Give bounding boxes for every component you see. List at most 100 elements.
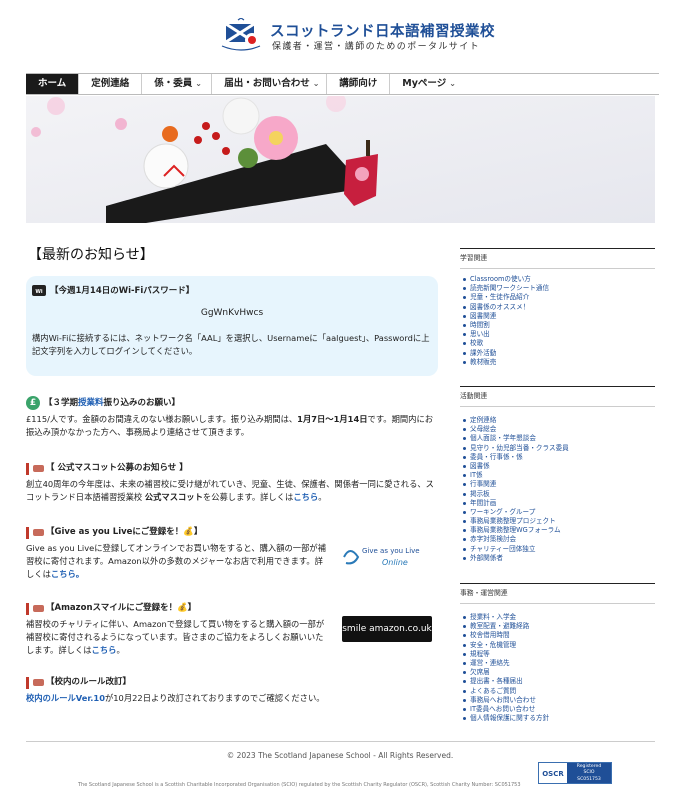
sidebar-link[interactable]: ワーキング・グループ bbox=[463, 508, 655, 517]
sidebar-link[interactable]: チャリティー団体独立 bbox=[463, 545, 655, 554]
wifi-icon: Wi bbox=[32, 284, 46, 296]
amazon-notice: 【Amazonスマイルにご登録を！💰】 補習校のチャリティに伴い、Amazonで… bbox=[26, 602, 325, 655]
sidebar-link[interactable]: 事務局へお問い合わせ bbox=[463, 696, 655, 705]
sidebar-link[interactable]: 委員・行事係・係 bbox=[463, 453, 655, 462]
mascot-notice: 【 公式マスコット公募のお知らせ 】 創立40周年の今年度は、未来の補習校に受け… bbox=[26, 462, 438, 504]
sidebar-link[interactable]: 図書係のオススメ！ bbox=[463, 303, 655, 312]
sidebar-link[interactable]: IT委員へお問い合わせ bbox=[463, 705, 655, 714]
sidebar-link[interactable]: 外部関係者 bbox=[463, 554, 655, 563]
sidebar-link[interactable]: 安全・危機管理 bbox=[463, 641, 655, 650]
sidebar-link[interactable]: 赤字対策検討会 bbox=[463, 535, 655, 544]
sidebar-link[interactable]: 欠席届 bbox=[463, 668, 655, 677]
accent-bar bbox=[26, 526, 29, 539]
sidebar-link[interactable]: 思い出 bbox=[463, 330, 655, 339]
school-logo[interactable] bbox=[218, 18, 264, 52]
sidebar-link[interactable]: IT係 bbox=[463, 471, 655, 480]
mascot-body: 創立40周年の今年度は、未来の補習校に受け継がれていき、児童、生徒、保護者、関係… bbox=[26, 479, 434, 502]
fee-body: £115/人です。金額のお間違えのない様お願いします。振り込み期間は、1月7日〜… bbox=[26, 414, 434, 437]
sidebar-list: 定例連絡 父母総会 個人面談・学年懇談会 見守り・幼児部当番・クラス委員 委員・… bbox=[460, 416, 655, 563]
giveasyoulive-notice: 【Give as you Liveにご登録を！💰】 Give as you Li… bbox=[26, 526, 326, 579]
rules-body: 校内のルールVer.10が10月22日より改訂されておりますのでご確認ください。 bbox=[26, 693, 325, 703]
sidebar-link[interactable]: 図書係 bbox=[463, 462, 655, 471]
svg-text:Give as you Live: Give as you Live bbox=[362, 547, 420, 555]
amazon-body: 補習校のチャリティに伴い、Amazonで登録して買い物をすると購入額の一部が補習… bbox=[26, 619, 325, 655]
sidebar-link[interactable]: よくあるご質問 bbox=[463, 687, 655, 696]
sidebar-link[interactable]: 見守り・幼児部当番・クラス委員 bbox=[463, 444, 655, 453]
sidebar-link[interactable]: 掲示板 bbox=[463, 490, 655, 499]
pushpin-icon bbox=[33, 465, 44, 472]
pushpin-icon bbox=[33, 679, 44, 686]
main-content: 【最新のお知らせ】 Wi 【今週1月14日のWi-Fiパスワード】 GgWnKv… bbox=[26, 238, 438, 703]
footer-copyright: © 2023 The Scotland Japanese School - Al… bbox=[226, 751, 454, 760]
sidebar-section-activities: 活動関連 定例連絡 父母総会 個人面談・学年懇談会 見守り・幼児部当番・クラス委… bbox=[460, 386, 655, 563]
sidebar-link[interactable]: 運営・連絡先 bbox=[463, 659, 655, 668]
amazon-link[interactable]: こちら bbox=[92, 645, 117, 655]
sidebar-link[interactable]: 個人情報保護に関する方針 bbox=[463, 714, 655, 723]
tuition-link[interactable]: 授業料 bbox=[78, 397, 104, 410]
sidebar-link[interactable]: 年間計画 bbox=[463, 499, 655, 508]
sidebar-section-title: 活動関連 bbox=[460, 386, 655, 400]
wifi-instructions: 構内Wi-Fiに接続するには、ネットワーク名「AAL」を選択し、Username… bbox=[32, 333, 430, 356]
site-subtitle: 保護者・運営・講師のためのポータルサイト bbox=[272, 42, 481, 52]
accent-bar bbox=[26, 462, 29, 475]
nav-committees[interactable]: 係・委員 ⌄ bbox=[142, 74, 213, 94]
sidebar-link[interactable]: 校歌 bbox=[463, 339, 655, 348]
sidebar-link[interactable]: 規程等 bbox=[463, 650, 655, 659]
wifi-notice: Wi 【今週1月14日のWi-Fiパスワード】 GgWnKvHwcs 構内Wi-… bbox=[26, 276, 438, 376]
oscr-badge[interactable]: OSCR Registered SCIO SC051753 bbox=[538, 762, 612, 784]
chevron-down-icon: ⌄ bbox=[195, 79, 202, 88]
footer-charity-notice: The Scotland Japanese School is a Scotti… bbox=[78, 782, 521, 788]
sidebar-link[interactable]: 読売新聞ワークシート通信 bbox=[463, 284, 655, 293]
nav-teachers[interactable]: 講師向け bbox=[327, 74, 391, 94]
nav-home[interactable]: ホーム bbox=[26, 74, 80, 94]
svg-text:Wi: Wi bbox=[35, 289, 43, 295]
nav-forms-inquiries[interactable]: 届出・お問い合わせ ⌄ bbox=[212, 74, 328, 94]
sidebar-list: 授業料・入学金 教室配置・避難経路 校舎借用時間 安全・危機管理 規程等 運営・… bbox=[460, 613, 655, 723]
hero-banner-image bbox=[26, 96, 655, 223]
sidebar-link[interactable]: 時間割 bbox=[463, 321, 655, 330]
amazon-smile-logo[interactable]: smile amazon.co.uk bbox=[342, 616, 432, 642]
sidebar-section-learning: 学習関連 Classroomの使い方 読売新聞ワークシート通信 児童・生徒作品紹… bbox=[460, 248, 655, 367]
sidebar-link[interactable]: 父母総会 bbox=[463, 425, 655, 434]
sidebar-link[interactable]: 行事関連 bbox=[463, 480, 655, 489]
chevron-down-icon: ⌄ bbox=[312, 79, 320, 88]
sidebar-link[interactable]: 図書関連 bbox=[463, 312, 655, 321]
giveasyoulive-logo[interactable]: Give as you Live Online bbox=[340, 541, 424, 571]
footer-divider bbox=[26, 741, 655, 742]
page-title: 【最新のお知らせ】 bbox=[28, 247, 154, 263]
oscr-logo: OSCR bbox=[539, 763, 567, 783]
accent-bar bbox=[26, 602, 29, 615]
nav-regular-notice[interactable]: 定例連絡 bbox=[79, 74, 143, 94]
main-nav: ホーム 定例連絡 係・委員 ⌄ 届出・お問い合わせ ⌄ 講師向け Myページ ⌄ bbox=[26, 73, 659, 95]
sidebar-link[interactable]: 提出書・各種届出 bbox=[463, 677, 655, 686]
giveasyoulive-link[interactable]: こちら。 bbox=[51, 569, 84, 579]
site-header: スコットランド日本語補習授業校 保護者・運営・講師のためのポータルサイト bbox=[0, 0, 680, 72]
sidebar-section-title: 学習関連 bbox=[460, 248, 655, 262]
chevron-down-icon: ⌄ bbox=[449, 79, 456, 88]
wifi-heading: Wi 【今週1月14日のWi-Fiパスワード】 bbox=[32, 284, 194, 296]
pushpin-icon bbox=[33, 529, 44, 536]
sidebar-link[interactable]: Classroomの使い方 bbox=[463, 275, 655, 284]
rules-notice: 【校内のルール改訂】 校内のルールVer.10が10月22日より改訂されておりま… bbox=[26, 676, 438, 705]
sidebar-section-title: 事務・運営関連 bbox=[460, 583, 655, 597]
pound-icon: £ bbox=[26, 396, 40, 410]
sidebar-link[interactable]: 校舎借用時間 bbox=[463, 631, 655, 640]
fee-notice: £ 【３学期 授業料 振り込みのお願い】 £115/人です。金額のお間違えのない様お… bbox=[26, 396, 438, 439]
sidebar-link[interactable]: 教材販売 bbox=[463, 358, 655, 367]
rules-link[interactable]: 校内のルールVer.10 bbox=[26, 693, 105, 703]
mascot-details-link[interactable]: こちら bbox=[293, 492, 318, 502]
accent-bar bbox=[26, 676, 29, 689]
svg-text:Online: Online bbox=[382, 558, 408, 567]
giveasyoulive-body: Give as you Liveに登録してオンラインでお買い物をすると、購入額の… bbox=[26, 543, 326, 579]
nav-mypage[interactable]: Myページ ⌄ bbox=[390, 74, 468, 94]
sidebar-link[interactable]: 定例連絡 bbox=[463, 416, 655, 425]
site-title[interactable]: スコットランド日本語補習授業校 bbox=[270, 20, 495, 41]
sidebar-link[interactable]: 課外活動 bbox=[463, 349, 655, 358]
pushpin-icon bbox=[33, 605, 44, 612]
sidebar-section-admin: 事務・運営関連 授業料・入学金 教室配置・避難経路 校舎借用時間 安全・危機管理… bbox=[460, 583, 655, 723]
sidebar-link[interactable]: 事務局業務整理プロジェクト bbox=[463, 517, 655, 526]
sidebar-link[interactable]: 授業料・入学金 bbox=[463, 613, 655, 622]
sidebar-link[interactable]: 個人面談・学年懇談会 bbox=[463, 434, 655, 443]
sidebar-link[interactable]: 児童・生徒作品紹介 bbox=[463, 293, 655, 302]
sidebar-link[interactable]: 教室配置・避難経路 bbox=[463, 622, 655, 631]
